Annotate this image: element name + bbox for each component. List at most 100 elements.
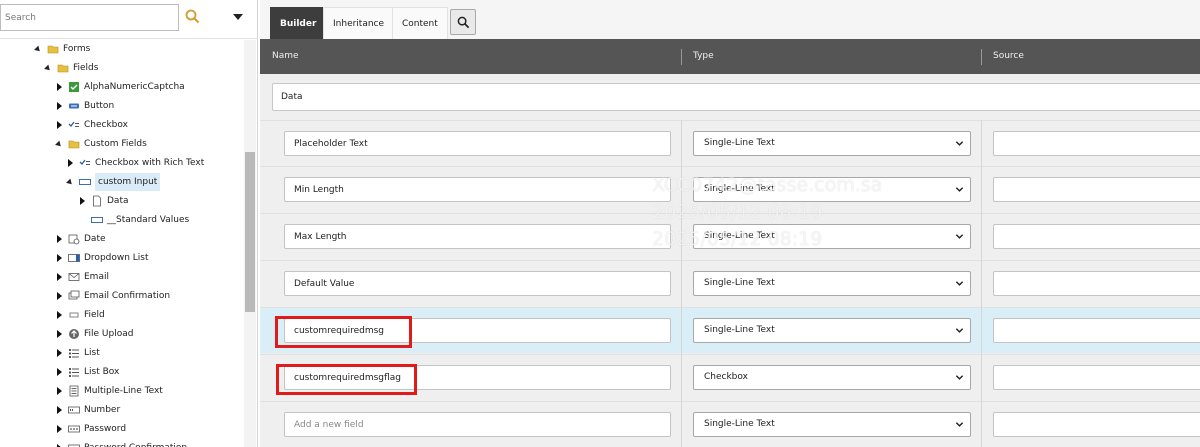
collapsed-arrow-icon[interactable]: [54, 420, 64, 438]
tree-node-checkbox-with-rich-text[interactable]: Checkbox with Rich Text: [65, 154, 204, 172]
field-row: Single-Line Text: [260, 260, 1200, 306]
folder-icon: [47, 43, 59, 55]
password-field-icon: [68, 423, 80, 435]
field-type-select[interactable]: Single-Line Text: [693, 131, 971, 156]
collapsed-arrow-icon[interactable]: [54, 363, 64, 381]
field-type-value: Single-Line Text: [704, 278, 775, 288]
fields-table-header: Name Type Source: [260, 39, 1200, 74]
tree-node-email[interactable]: Email: [54, 268, 109, 286]
field-source-input[interactable]: [993, 131, 1200, 156]
field-name-input[interactable]: [284, 365, 671, 390]
collapsed-arrow-icon[interactable]: [54, 249, 64, 267]
tree-node-password[interactable]: Password: [54, 420, 126, 438]
tree-node-data[interactable]: Data: [77, 192, 129, 210]
search-icon: [457, 16, 469, 28]
divider: [0, 38, 257, 39]
tree-node-password-confirmation[interactable]: Password Confirmation: [54, 439, 187, 447]
tree-node-standard-values[interactable]: __Standard Values: [77, 211, 189, 229]
tree-node-multiple-line-text[interactable]: Multiple-Line Text: [54, 382, 163, 400]
tree-node-label: List Box: [84, 367, 120, 377]
tree-node-number[interactable]: Number: [54, 401, 120, 419]
chevron-down-icon: [955, 281, 964, 286]
field-row-highlighted: Single-Line Text: [260, 307, 1200, 353]
tree-node-forms[interactable]: Forms: [33, 40, 90, 58]
field-source-input[interactable]: [993, 271, 1200, 296]
collapsed-arrow-icon[interactable]: [54, 401, 64, 419]
field-name-input[interactable]: [284, 131, 671, 156]
field-name-input[interactable]: [284, 318, 671, 343]
collapsed-arrow-icon[interactable]: [54, 116, 64, 134]
field-name-input[interactable]: [284, 224, 671, 249]
tree-node-label: Field: [84, 310, 105, 320]
document-icon: [91, 195, 103, 207]
search-input[interactable]: [0, 4, 179, 31]
input-field-icon: [79, 176, 91, 188]
tab-builder[interactable]: Builder: [270, 7, 327, 39]
field-type-select[interactable]: Single-Line Text: [693, 224, 971, 249]
tree-node-dropdown-list[interactable]: Dropdown List: [54, 249, 149, 267]
tab-content[interactable]: Content: [392, 7, 448, 39]
field-type-select[interactable]: Single-Line Text: [693, 271, 971, 296]
collapsed-arrow-icon[interactable]: [54, 344, 64, 362]
tree-node-field[interactable]: Field: [54, 306, 105, 324]
tree-node-file-upload[interactable]: File Upload: [54, 325, 133, 343]
field-type-select[interactable]: Single-Line Text: [693, 177, 971, 202]
tree-node-email-confirmation[interactable]: Email Confirmation: [54, 287, 170, 305]
field-source-input[interactable]: [993, 224, 1200, 249]
collapsed-arrow-icon[interactable]: [54, 439, 64, 447]
tree-search-bar: [0, 4, 257, 32]
field-source-input[interactable]: [993, 412, 1200, 437]
number-field-icon: [68, 404, 80, 416]
expanded-arrow-icon[interactable]: [33, 40, 43, 58]
field-type-select[interactable]: Single-Line Text: [693, 412, 971, 437]
collapsed-arrow-icon[interactable]: [54, 78, 64, 96]
field-source-input[interactable]: [993, 177, 1200, 202]
collapsed-arrow-icon[interactable]: [77, 192, 87, 210]
collapsed-arrow-icon[interactable]: [54, 230, 64, 248]
collapsed-arrow-icon[interactable]: [54, 268, 64, 286]
expanded-arrow-icon[interactable]: [65, 173, 75, 191]
folder-icon: [57, 62, 69, 74]
tree-node-date[interactable]: Date: [54, 230, 106, 248]
search-icon[interactable]: [184, 8, 202, 26]
tree-node-label: __Standard Values: [107, 215, 190, 225]
tree-node-list[interactable]: List: [54, 344, 100, 362]
field-source-input[interactable]: [993, 365, 1200, 390]
new-field-input[interactable]: [284, 412, 671, 437]
field-type-select[interactable]: Single-Line Text: [693, 318, 971, 343]
expanded-arrow-icon[interactable]: [54, 135, 64, 153]
collapsed-arrow-icon[interactable]: [54, 97, 64, 115]
chevron-down-icon[interactable]: [230, 10, 246, 24]
field-type-select[interactable]: Checkbox: [693, 365, 971, 390]
tree-node-label: Forms: [63, 44, 91, 54]
tree-node-checkbox[interactable]: Checkbox: [54, 116, 128, 134]
tree-scrollbar-thumb[interactable]: [245, 152, 255, 312]
collapsed-arrow-icon[interactable]: [54, 287, 64, 305]
password-field-icon: [68, 442, 80, 447]
date-field-icon: [68, 233, 80, 245]
column-separator: [981, 49, 982, 65]
field-icon: [68, 309, 80, 321]
tree-node-alphanumericcaptcha[interactable]: AlphaNumericCaptcha: [54, 78, 185, 96]
collapsed-arrow-icon[interactable]: [54, 325, 64, 343]
field-name-input[interactable]: [284, 177, 671, 202]
tree-node-fields[interactable]: Fields: [43, 59, 98, 77]
column-divider: [981, 120, 982, 447]
tab-search-button[interactable]: [450, 9, 476, 35]
tree-node-button[interactable]: Button: [54, 97, 114, 115]
section-name-input[interactable]: Data: [272, 83, 1200, 111]
tree-node-custom-fields[interactable]: Custom Fields: [54, 135, 147, 153]
tree-node-list-box[interactable]: List Box: [54, 363, 119, 381]
tab-inheritance[interactable]: Inheritance: [323, 7, 395, 39]
expanded-arrow-icon[interactable]: [43, 59, 53, 77]
field-source-input[interactable]: [993, 318, 1200, 343]
tree-node-label: Password Confirmation: [84, 439, 187, 447]
collapsed-arrow-icon[interactable]: [65, 154, 75, 172]
button-icon: [68, 100, 80, 112]
collapsed-arrow-icon[interactable]: [54, 382, 64, 400]
tree-node-label: Password: [84, 424, 127, 434]
field-name-input[interactable]: [284, 271, 671, 296]
tree-node-custom-input[interactable]: custom Input: [65, 173, 161, 191]
collapsed-arrow-icon[interactable]: [54, 306, 64, 324]
